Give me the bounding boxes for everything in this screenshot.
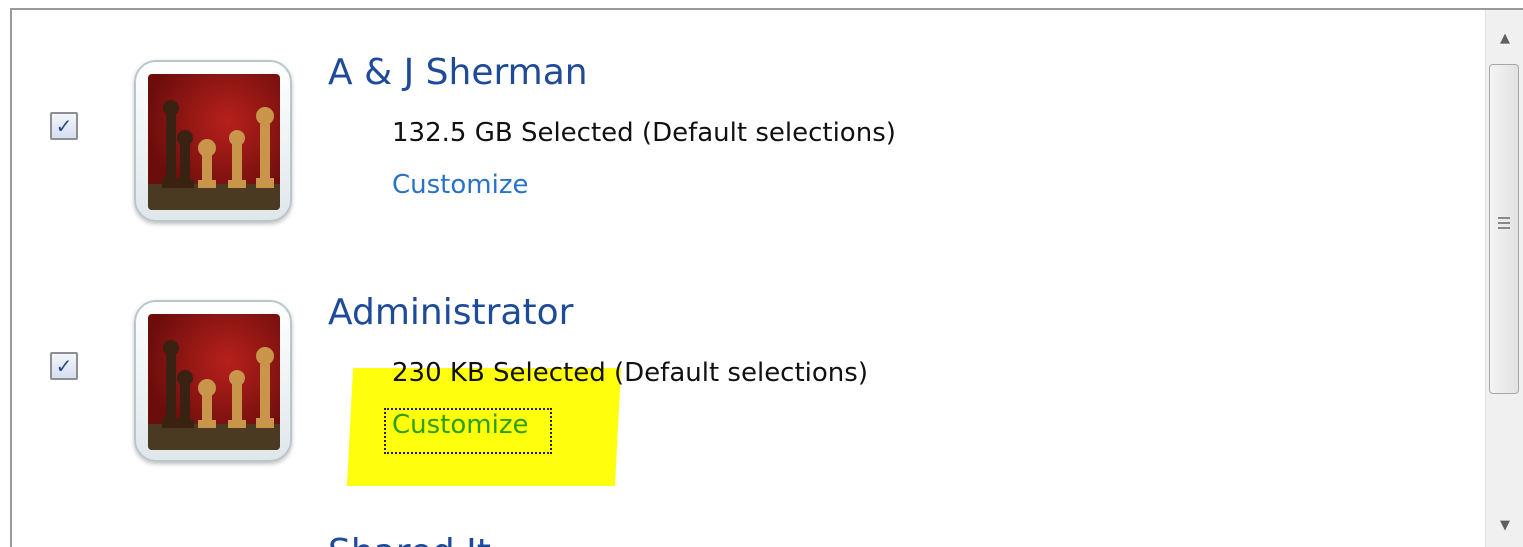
selection-size: 230 KB Selected (Default selections) <box>392 358 868 388</box>
include-user-checkbox[interactable]: ✓ <box>50 352 78 380</box>
selection-size: 132.5 GB Selected (Default selections) <box>392 118 896 148</box>
chess-pieces-icon <box>148 74 280 210</box>
shared-items-partial-label: Shared It <box>328 532 491 547</box>
user-item-a-j-sherman: ✓ A & J Sherman 132.5 GB Selected (Defau… <box>12 10 1482 222</box>
scroll-up-arrow-icon[interactable]: ▲ <box>1486 16 1523 60</box>
customize-link[interactable]: Customize <box>392 170 528 200</box>
chess-pieces-icon <box>148 314 280 450</box>
user-list-panel: ✓ A & J Sherman 132.5 GB Selected (Defau… <box>10 8 1523 547</box>
include-user-checkbox[interactable]: ✓ <box>50 112 78 140</box>
user-item-administrator: ✓ Administrator 230 KB Selected (Default… <box>12 250 1482 486</box>
user-avatar <box>134 300 292 462</box>
scrollbar-thumb[interactable] <box>1489 64 1519 394</box>
vertical-scrollbar[interactable]: ▲ ▼ <box>1485 10 1523 547</box>
user-name: A & J Sherman <box>328 52 588 93</box>
user-name: Administrator <box>328 292 574 333</box>
user-avatar <box>134 60 292 222</box>
scroll-down-arrow-icon[interactable]: ▼ <box>1486 503 1523 547</box>
grip-icon <box>1498 217 1510 231</box>
customize-link[interactable]: Customize <box>392 410 528 440</box>
